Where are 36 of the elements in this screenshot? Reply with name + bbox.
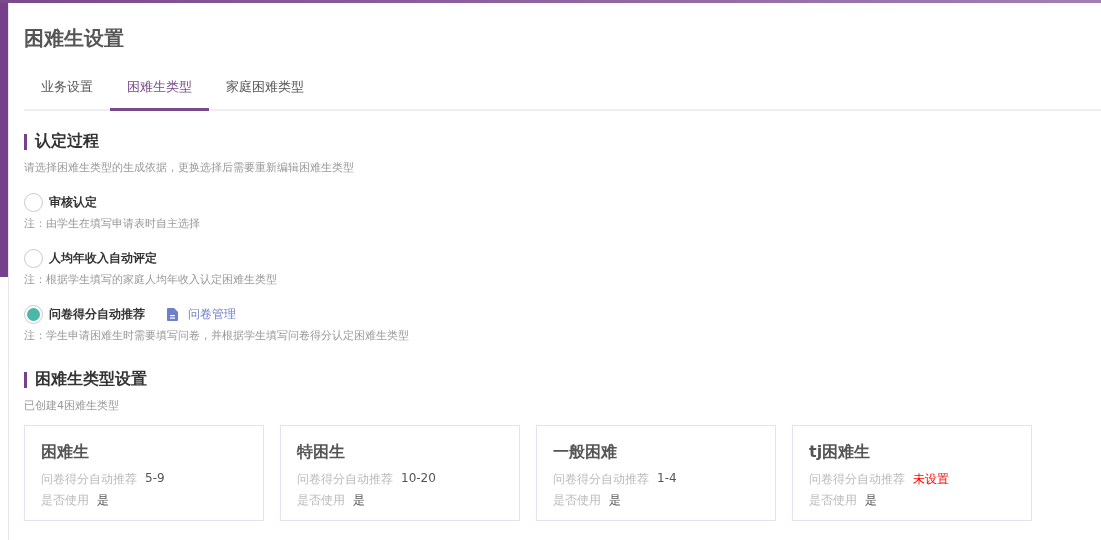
tab[interactable]: 家庭困难类型: [209, 77, 321, 111]
field-label: 问卷得分自动推荐: [41, 471, 137, 488]
type-name: 特困生: [297, 442, 346, 463]
radio-label: 审核认定: [49, 194, 97, 211]
field-label: 是否使用: [297, 492, 345, 509]
field-value: 5-9: [145, 471, 165, 487]
option-note: 注：根据学生填写的家庭人均年收入认定困难生类型: [24, 272, 278, 287]
field-label: 问卷得分自动推荐: [297, 471, 393, 488]
section-description: 请选择困难生类型的生成依据，更换选择后需要重新编辑困难生类型: [24, 160, 355, 175]
field-label: 问卷得分自动推荐: [809, 471, 905, 488]
type-name: tj困难生: [809, 442, 872, 463]
tab[interactable]: 业务设置: [24, 77, 110, 111]
field-value: 是: [97, 492, 109, 509]
field-label: 是否使用: [809, 492, 857, 509]
field-value: 1-4: [657, 471, 677, 487]
type-name: 困难生: [41, 442, 90, 463]
page-title: 困难生设置: [24, 25, 125, 51]
tab[interactable]: 困难生类型: [110, 77, 209, 111]
radio-label: 问卷得分自动推荐: [49, 306, 145, 323]
radio-label: 人均年收入自动评定: [49, 250, 157, 267]
section-description: 已创建4困难生类型: [24, 398, 120, 413]
option-note: 注：学生申请困难生时需要填写问卷，并根据学生填写问卷得分认定困难生类型: [24, 328, 410, 343]
field-label: 问卷得分自动推荐: [553, 471, 649, 488]
document-icon: [167, 308, 178, 321]
field-value: 是: [865, 492, 877, 509]
field-value: 10-20: [401, 471, 436, 487]
field-label: 是否使用: [553, 492, 601, 509]
type-name: 一般困难: [553, 442, 618, 463]
option-note: 注：由学生在填写申请表时自主选择: [24, 216, 201, 231]
field-value: 是: [353, 492, 365, 509]
section-title: 困难生类型设置: [35, 369, 147, 390]
field-label: 是否使用: [41, 492, 89, 509]
field-value: 未设置: [913, 471, 949, 488]
questionnaire-link[interactable]: 问卷管理: [188, 306, 236, 323]
section-title: 认定过程: [35, 131, 99, 152]
field-value: 是: [609, 492, 621, 509]
